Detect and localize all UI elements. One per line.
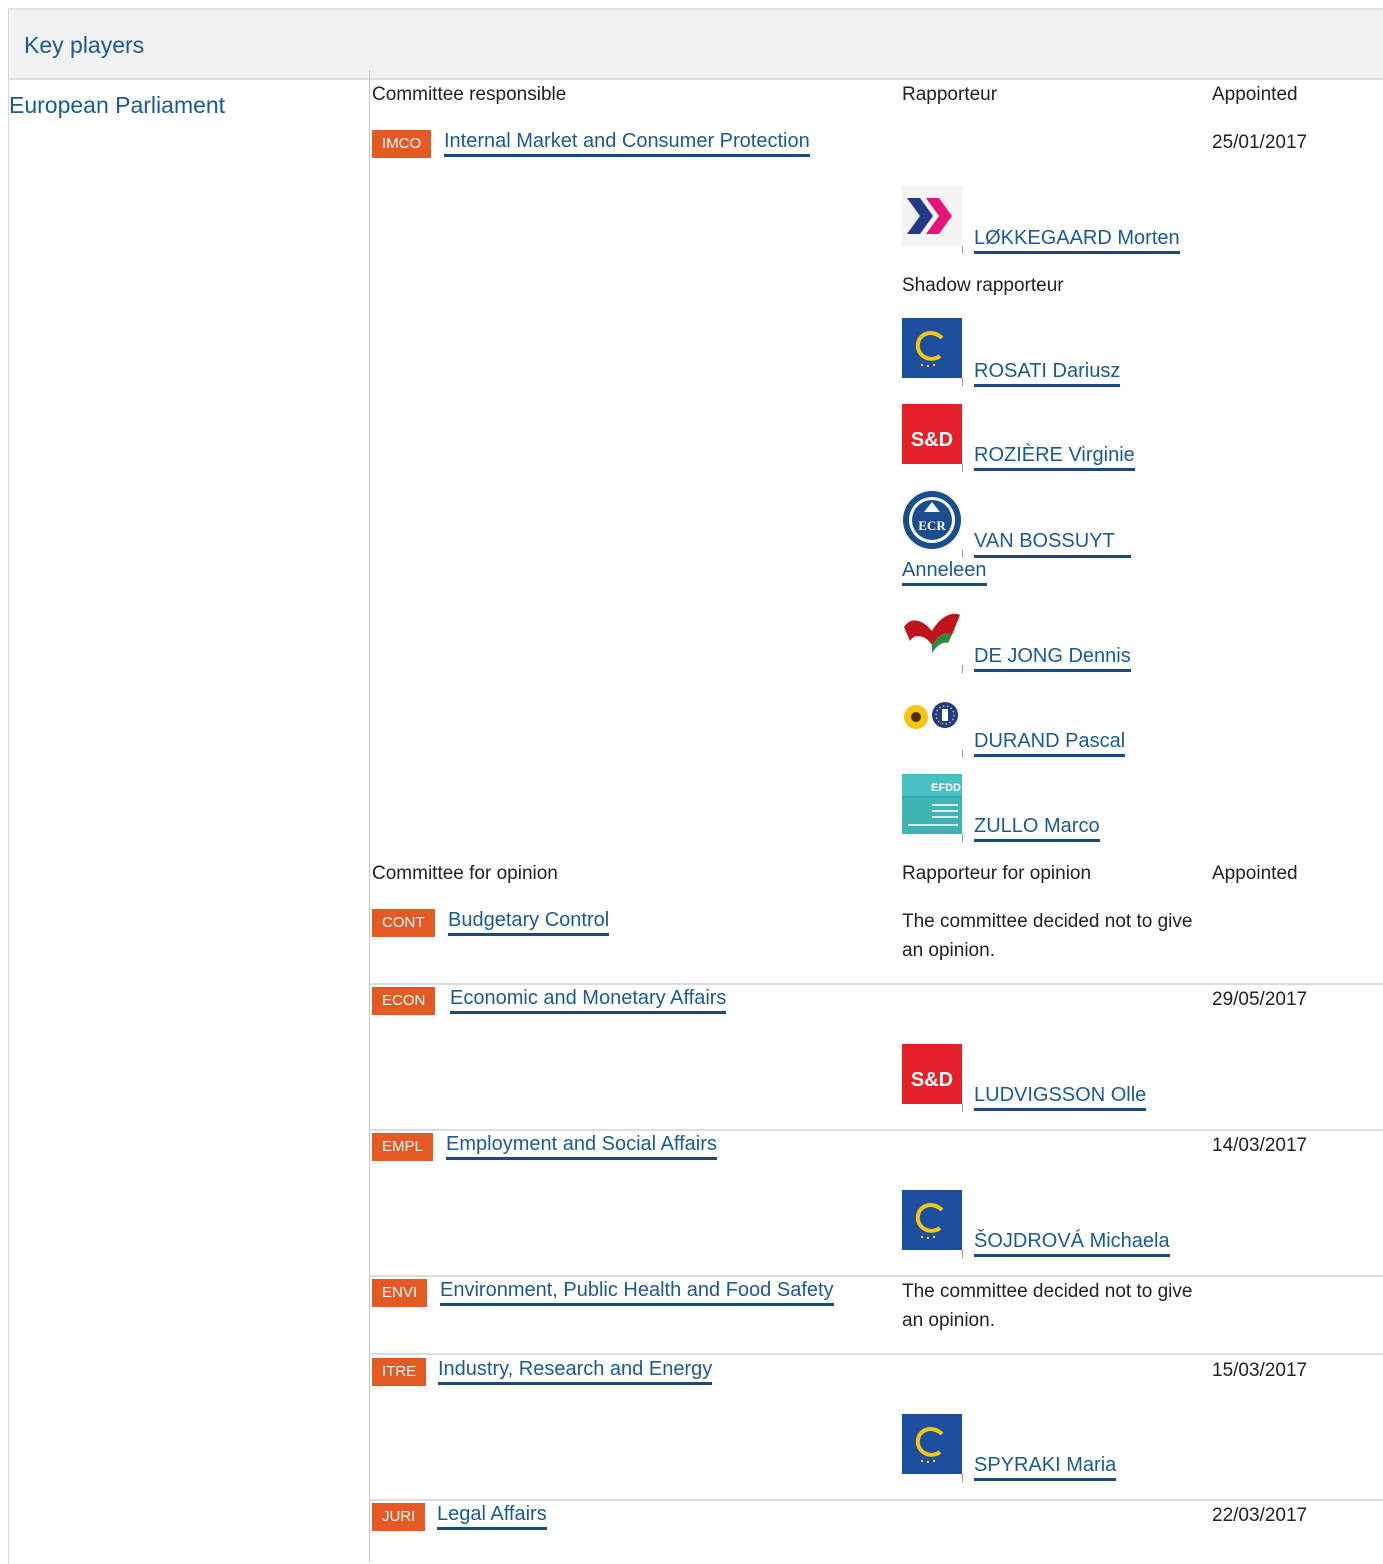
shadow-rapporteur-link[interactable]: DURAND Pascal [974,730,1126,757]
ecr-logo-icon: ECR [902,490,962,550]
svg-text:S&D: S&D [911,429,953,451]
rapporteur-opinion-header: Rapporteur for opinion [902,863,1092,884]
committee-code-badge: CONT [372,909,435,937]
epp-logo-icon [902,1414,962,1474]
appointed-date: 29/05/2017 [1212,989,1308,1010]
opinion-rapporteur-link[interactable]: LUDVIGSSON Olle [974,1084,1147,1111]
committee-link-juri[interactable]: Legal Affairs [437,1503,547,1530]
appointed-date: 15/03/2017 [1212,1360,1308,1381]
greens-efa-logo-icon [902,690,962,750]
svg-text:EFDD: EFDD [931,782,961,794]
column-divider [369,70,370,1562]
committee-code-badge: EMPL [372,1133,433,1161]
section-title: Key players [24,32,145,58]
opinion-rapporteur-link[interactable]: SPYRAKI Maria [974,1454,1117,1481]
committee-link-imco[interactable]: Internal Market and Consumer Protection [444,130,810,157]
appointed-header: Appointed [1212,863,1298,884]
no-opinion-note: The committee decided not to give an opi… [902,911,1193,961]
row-separator [370,1499,1383,1501]
committee-code-badge: IMCO [372,130,432,158]
shadow-rapporteur-link[interactable]: ROZIÈRE Virginie [974,444,1135,471]
row-separator [370,1275,1383,1277]
shadow-rapporteur-link[interactable]: DE JONG Dennis [974,645,1131,672]
shadow-rapporteur-link[interactable]: ROSATI Dariusz [974,360,1121,387]
sd-logo-icon: S&D [902,404,962,464]
appointed-date: 14/03/2017 [1212,1135,1308,1156]
shadow-rapporteur-link[interactable]: ZULLO Marco [974,815,1100,842]
svg-text:S&D: S&D [911,1069,953,1091]
no-opinion-note: The committee decided not to give an opi… [902,1281,1193,1331]
shadow-rapporteur-link-line2[interactable]: Anneleen [902,559,987,586]
institution-name: European Parliament [9,92,226,118]
committee-link-envi[interactable]: Environment, Public Health and Food Safe… [440,1279,834,1306]
committee-code-badge: ENVI [372,1279,428,1307]
shadow-rapporteur-label: Shadow rapporteur [902,275,1064,296]
appointed-date: 22/03/2017 [1212,1505,1308,1526]
appointed-header: Appointed [1212,84,1298,105]
row-separator [370,1129,1383,1131]
committee-code-badge: JURI [372,1503,426,1531]
shadow-rapporteur-link-line1[interactable]: VAN BOSSUYT [974,530,1115,554]
alde-logo-icon [902,186,962,246]
section-header: Key players [9,10,1383,80]
row-separator [370,983,1383,985]
gue-ngl-logo-icon [902,605,962,665]
svg-text:ECR: ECR [918,518,946,533]
sd-logo-icon: S&D [902,1044,962,1104]
committee-link-cont[interactable]: Budgetary Control [448,909,610,936]
row-separator [370,1353,1383,1355]
appointed-date: 25/01/2017 [1212,132,1308,153]
committee-link-empl[interactable]: Employment and Social Affairs [446,1133,717,1160]
opinion-rapporteur-link[interactable]: ŠOJDROVÁ Michaela [974,1230,1170,1257]
committee-code-badge: ITRE [372,1358,427,1386]
committee-link-econ[interactable]: Economic and Monetary Affairs [450,987,727,1014]
epp-logo-icon [902,1190,962,1250]
committee-responsible-header: Committee responsible [372,84,567,105]
committee-link-itre[interactable]: Industry, Research and Energy [438,1358,713,1385]
epp-logo-icon [902,318,962,378]
rapporteur-link[interactable]: LØKKEGAARD Morten [974,227,1180,254]
committee-code-badge: ECON [372,987,436,1015]
committee-opinion-header: Committee for opinion [372,863,558,884]
rapporteur-header: Rapporteur [902,84,998,105]
efdd-logo-icon: EFDD [902,774,962,834]
